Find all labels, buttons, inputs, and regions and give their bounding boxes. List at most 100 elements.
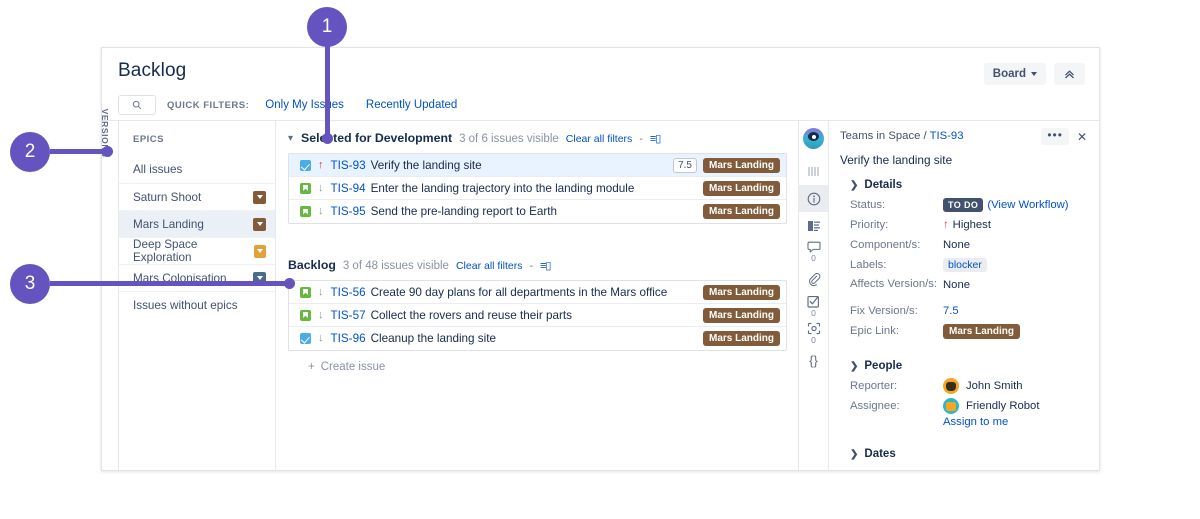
epic-item-saturn-shoot[interactable]: Saturn Shoot: [119, 183, 275, 210]
callout-marker-2: 2: [10, 132, 50, 172]
field-label: Affects Version/s:: [850, 278, 938, 290]
dates-section-header[interactable]: ❯ Dates: [850, 448, 1087, 460]
clear-all-filters-link[interactable]: Clear all filters: [456, 260, 523, 272]
backlog-section-header[interactable]: Backlog 3 of 48 issues visible Clear all…: [288, 248, 787, 280]
callout-line-2: [50, 149, 108, 154]
screenshot-icon[interactable]: 0: [799, 320, 829, 347]
quick-filters-bar: QUICK FILTERS: Only My Issues Recently U…: [102, 90, 1099, 121]
create-issue-button[interactable]: + Create issue: [288, 351, 787, 373]
attachment-glyph: [808, 272, 820, 286]
callout-marker-3: 3: [10, 264, 50, 304]
people-section-header[interactable]: ❯ People: [850, 360, 1087, 372]
list-config-icon[interactable]: ≡▯: [650, 132, 662, 145]
breadcrumb-issue-key[interactable]: TIS-93: [930, 130, 964, 142]
create-issue-label: Create issue: [320, 361, 386, 373]
issue-summary: Collect the rovers and reuse their parts: [370, 308, 572, 322]
field-value: None: [943, 279, 971, 291]
callout-line-3: [50, 281, 290, 286]
issue-summary: Enter the landing trajectory into the la…: [370, 181, 635, 195]
avatar: [943, 398, 959, 414]
table-row[interactable]: ↓ TIS-57 Collect the rovers and reuse th…: [289, 304, 786, 327]
checklist-count: 0: [811, 307, 816, 318]
epic-color-swatch-icon: [253, 244, 266, 258]
bars-icon[interactable]: [799, 158, 829, 185]
versions-rail[interactable]: VERSIONS: [102, 109, 119, 470]
assign-to-me-row: Assign to me: [850, 414, 1087, 430]
field-value: 7.5: [943, 303, 959, 319]
epic-lozenge[interactable]: Mars Landing: [702, 204, 780, 219]
assignee-name[interactable]: Friendly Robot: [966, 398, 1039, 414]
callout-dot-3: [284, 278, 295, 289]
table-row[interactable]: ↓ TIS-96 Cleanup the landing site Mars L…: [289, 327, 786, 350]
description-icon[interactable]: [799, 212, 829, 239]
table-row[interactable]: ↓ TIS-95 Send the pre-landing report to …: [289, 200, 786, 223]
epic-lozenge[interactable]: Mars Landing: [702, 307, 780, 323]
jira-backlog-window: Backlog Board QUICK FILTERS: Only My Iss…: [101, 47, 1100, 471]
epics-panel: EPICS All issues Saturn Shoot Mars Landi…: [119, 121, 276, 470]
selected-for-development-header[interactable]: ▾ Selected for Development 3 of 6 issues…: [288, 121, 787, 153]
issue-summary: Create 90 day plans for all departments …: [370, 285, 668, 299]
field-status: Status: TO DO (View Workflow): [850, 197, 1087, 213]
label-chip[interactable]: blocker: [943, 258, 987, 272]
avatar-icon[interactable]: [803, 128, 824, 149]
row-right-meta: Mars Landing: [702, 284, 780, 300]
table-row[interactable]: ↓ TIS-94 Enter the landing trajectory in…: [289, 177, 786, 200]
task-checkbox-icon: [300, 333, 311, 344]
epic-lozenge[interactable]: Mars Landing: [943, 324, 1021, 339]
search-input[interactable]: [118, 95, 156, 115]
epic-lozenge[interactable]: Mars Landing: [702, 157, 780, 173]
reporter-name[interactable]: John Smith: [966, 378, 1023, 394]
issue-key-link[interactable]: TIS-95: [331, 205, 366, 218]
collapse-button[interactable]: [1054, 63, 1085, 85]
issue-key-link[interactable]: TIS-56: [331, 286, 366, 299]
assign-to-me-link[interactable]: Assign to me: [943, 414, 1008, 430]
quick-filters-label: QUICK FILTERS:: [167, 99, 250, 111]
estimate-badge[interactable]: 7.5: [673, 157, 697, 173]
epic-lozenge[interactable]: Mars Landing: [702, 284, 780, 300]
epic-lozenge[interactable]: Mars Landing: [702, 180, 780, 196]
field-components: Component/s: None: [850, 237, 1087, 253]
quick-filter-only-my-issues[interactable]: Only My Issues: [265, 99, 344, 111]
epic-item-mars-colonisation[interactable]: Mars Colonisation: [119, 264, 275, 291]
view-workflow-link[interactable]: (View Workflow): [987, 199, 1068, 211]
quick-filter-recently-updated[interactable]: Recently Updated: [366, 99, 457, 111]
issue-detail-panel: 0 0 0 {} Teams in Space / TIS-93 ••• ✕ V…: [798, 121, 1099, 470]
epic-lozenge[interactable]: Mars Landing: [702, 331, 780, 346]
dates-section-title: Dates: [864, 448, 896, 460]
field-label: Reporter:: [850, 380, 898, 392]
table-row[interactable]: ↓ TIS-56 Create 90 day plans for all dep…: [289, 281, 786, 304]
issue-key-link[interactable]: TIS-94: [331, 182, 366, 195]
list-config-icon[interactable]: ≡▯: [540, 259, 552, 272]
checklist-icon[interactable]: 0: [799, 293, 829, 320]
epic-item-all-issues[interactable]: All issues: [119, 156, 275, 183]
fix-version-link[interactable]: 7.5: [943, 305, 959, 317]
epic-item-deep-space-exploration[interactable]: Deep Space Exploration: [119, 237, 275, 264]
attachment-icon[interactable]: [799, 266, 829, 293]
ellipsis-icon[interactable]: •••: [1041, 128, 1069, 145]
board-dropdown-button[interactable]: Board: [983, 63, 1046, 85]
issue-summary: Cleanup the landing site: [370, 332, 496, 345]
callout-number: 3: [24, 273, 36, 294]
info-icon[interactable]: [798, 185, 829, 212]
story-bookmark-icon: [300, 206, 311, 217]
code-braces-icon[interactable]: {}: [799, 347, 829, 374]
clear-all-filters-link[interactable]: Clear all filters: [566, 133, 633, 145]
issue-key-link[interactable]: TIS-96: [331, 332, 366, 345]
comment-icon[interactable]: 0: [799, 239, 829, 266]
field-label-spacer: [850, 414, 943, 430]
table-row[interactable]: ↑ TIS-93 Verify the landing site 7.5 Mar…: [289, 154, 786, 177]
screenshot-canvas: 1 2 3 Backlog Board QUICK FILTERS: Only …: [0, 0, 1200, 519]
issue-key-link[interactable]: TIS-57: [331, 309, 366, 322]
epic-item-mars-landing[interactable]: Mars Landing: [119, 210, 275, 237]
issue-key-link[interactable]: TIS-93: [331, 159, 366, 172]
details-section-header[interactable]: ❯ Details: [850, 179, 1087, 191]
breadcrumb-project[interactable]: Teams in Space: [840, 130, 920, 142]
close-icon[interactable]: ✕: [1074, 130, 1090, 144]
arrow-down-icon: ↓: [318, 332, 324, 344]
screenshot-glyph: [807, 322, 820, 335]
checklist-glyph: [807, 295, 819, 308]
window-header: Backlog Board: [102, 48, 1099, 90]
story-bookmark-icon: [300, 286, 311, 298]
epic-item-issues-without-epics[interactable]: Issues without epics: [119, 291, 275, 318]
issue-summary: Verify the landing site: [370, 158, 482, 172]
